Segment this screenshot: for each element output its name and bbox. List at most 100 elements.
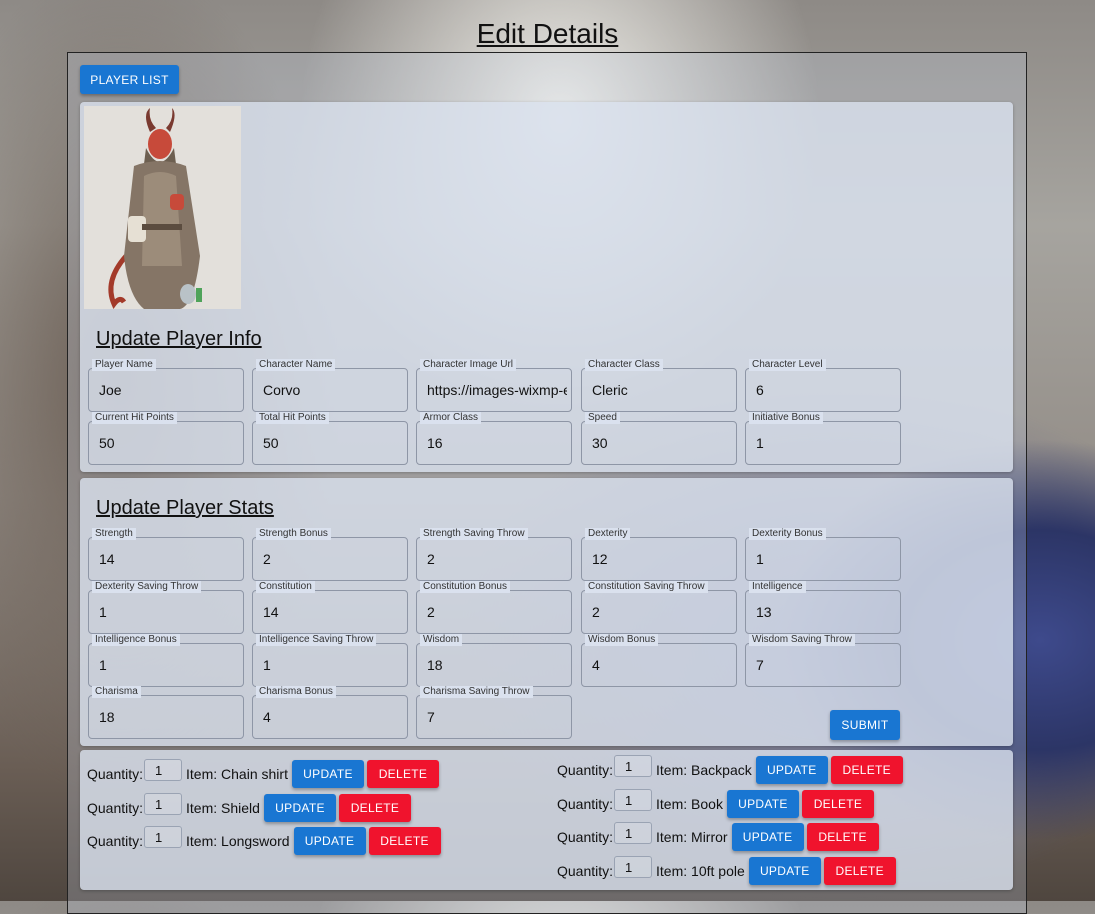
- item-name: Item: Book: [656, 796, 723, 812]
- inventory-item-row: Quantity: Item: Book UPDATE DELETE: [557, 789, 877, 818]
- strength-saving-throw-input[interactable]: [427, 551, 567, 567]
- charisma-bonus-input[interactable]: [263, 709, 403, 725]
- quantity-input[interactable]: [144, 759, 183, 781]
- character-class-input[interactable]: [592, 382, 732, 398]
- initiative-bonus-input[interactable]: [756, 435, 896, 451]
- player-list-button[interactable]: PLAYER LIST: [80, 65, 179, 94]
- field-strength[interactable]: Strength: [88, 528, 244, 581]
- field-character-class[interactable]: Character Class: [581, 359, 737, 412]
- field-wisdom[interactable]: Wisdom: [416, 634, 572, 687]
- constitution-input[interactable]: [263, 604, 403, 620]
- player-stats-card: Update Player Stats Strength Strength Bo…: [80, 478, 1013, 746]
- current-hit-points-input[interactable]: [99, 435, 239, 451]
- field-label: Wisdom Bonus: [585, 634, 659, 646]
- field-character-image-url[interactable]: Character Image Url: [416, 359, 572, 412]
- field-charisma[interactable]: Charisma: [88, 686, 244, 739]
- field-label: Intelligence: [749, 581, 806, 593]
- field-label: Strength Bonus: [256, 528, 331, 540]
- field-label: Strength Saving Throw: [420, 528, 528, 540]
- constitution-bonus-input[interactable]: [427, 604, 567, 620]
- update-item-button[interactable]: UPDATE: [755, 756, 828, 784]
- inventory-card: Quantity: Item: Chain shirt UPDATE DELET…: [80, 750, 1013, 890]
- field-wisdom-saving-throw[interactable]: Wisdom Saving Throw: [745, 634, 901, 687]
- update-item-button[interactable]: UPDATE: [731, 823, 804, 851]
- field-current-hit-points[interactable]: Current Hit Points: [88, 412, 244, 465]
- intelligence-saving-throw-input[interactable]: [263, 657, 403, 673]
- dexterity-bonus-input[interactable]: [756, 551, 896, 567]
- field-speed[interactable]: Speed: [581, 412, 737, 465]
- charisma-saving-throw-input[interactable]: [427, 709, 567, 725]
- quantity-label: Quantity:: [87, 766, 144, 782]
- field-label: Initiative Bonus: [749, 412, 823, 424]
- update-item-button[interactable]: UPDATE: [263, 794, 336, 822]
- delete-item-button[interactable]: DELETE: [801, 790, 874, 818]
- field-dexterity[interactable]: Dexterity: [581, 528, 737, 581]
- quantity-input[interactable]: [614, 755, 653, 777]
- field-constitution-bonus[interactable]: Constitution Bonus: [416, 581, 572, 634]
- field-intelligence[interactable]: Intelligence: [745, 581, 901, 634]
- inventory-item-row: Quantity: Item: Mirror UPDATE DELETE: [557, 822, 882, 851]
- field-charisma-bonus[interactable]: Charisma Bonus: [252, 686, 408, 739]
- field-label: Current Hit Points: [92, 412, 177, 424]
- strength-input[interactable]: [99, 551, 239, 567]
- character-portrait-image: [84, 106, 241, 309]
- field-strength-bonus[interactable]: Strength Bonus: [252, 528, 408, 581]
- quantity-label: Quantity:: [87, 833, 144, 849]
- update-item-button[interactable]: UPDATE: [748, 857, 821, 885]
- field-dexterity-saving-throw[interactable]: Dexterity Saving Throw: [88, 581, 244, 634]
- field-label: Player Name: [92, 359, 156, 371]
- delete-item-button[interactable]: DELETE: [830, 756, 903, 784]
- field-player-name[interactable]: Player Name: [88, 359, 244, 412]
- quantity-input[interactable]: [144, 793, 183, 815]
- item-name: Item: Shield: [186, 800, 260, 816]
- wisdom-input[interactable]: [427, 657, 567, 673]
- field-label: Intelligence Saving Throw: [256, 634, 377, 646]
- charisma-input[interactable]: [99, 709, 239, 725]
- update-item-button[interactable]: UPDATE: [291, 760, 364, 788]
- field-strength-saving-throw[interactable]: Strength Saving Throw: [416, 528, 572, 581]
- character-level-input[interactable]: [756, 382, 896, 398]
- constitution-saving-throw-input[interactable]: [592, 604, 732, 620]
- delete-item-button[interactable]: DELETE: [366, 760, 439, 788]
- submit-button[interactable]: SUBMIT: [830, 710, 900, 740]
- speed-input[interactable]: [592, 435, 732, 451]
- intelligence-input[interactable]: [756, 604, 896, 620]
- inventory-item-row: Quantity: Item: Shield UPDATE DELETE: [87, 793, 414, 822]
- field-constitution-saving-throw[interactable]: Constitution Saving Throw: [581, 581, 737, 634]
- update-item-button[interactable]: UPDATE: [726, 790, 799, 818]
- delete-item-button[interactable]: DELETE: [338, 794, 411, 822]
- field-initiative-bonus[interactable]: Initiative Bonus: [745, 412, 901, 465]
- player-name-input[interactable]: [99, 382, 239, 398]
- delete-item-button[interactable]: DELETE: [806, 823, 879, 851]
- field-dexterity-bonus[interactable]: Dexterity Bonus: [745, 528, 901, 581]
- strength-bonus-input[interactable]: [263, 551, 403, 567]
- wisdom-saving-throw-input[interactable]: [756, 657, 896, 673]
- field-intelligence-bonus[interactable]: Intelligence Bonus: [88, 634, 244, 687]
- quantity-input[interactable]: [614, 822, 653, 844]
- field-character-name[interactable]: Character Name: [252, 359, 408, 412]
- intelligence-bonus-input[interactable]: [99, 657, 239, 673]
- field-wisdom-bonus[interactable]: Wisdom Bonus: [581, 634, 737, 687]
- delete-item-button[interactable]: DELETE: [368, 827, 441, 855]
- field-constitution[interactable]: Constitution: [252, 581, 408, 634]
- total-hit-points-input[interactable]: [263, 435, 403, 451]
- delete-item-button[interactable]: DELETE: [823, 857, 896, 885]
- field-intelligence-saving-throw[interactable]: Intelligence Saving Throw: [252, 634, 408, 687]
- dexterity-saving-throw-input[interactable]: [99, 604, 239, 620]
- character-name-input[interactable]: [263, 382, 403, 398]
- quantity-input[interactable]: [144, 826, 183, 848]
- field-label: Intelligence Bonus: [92, 634, 180, 646]
- field-label: Dexterity Bonus: [749, 528, 826, 540]
- dexterity-input[interactable]: [592, 551, 732, 567]
- character-image-url-input[interactable]: [427, 382, 567, 398]
- quantity-input[interactable]: [614, 789, 653, 811]
- quantity-label: Quantity:: [87, 800, 144, 816]
- quantity-input[interactable]: [614, 856, 653, 878]
- field-character-level[interactable]: Character Level: [745, 359, 901, 412]
- field-charisma-saving-throw[interactable]: Charisma Saving Throw: [416, 686, 572, 739]
- update-item-button[interactable]: UPDATE: [293, 827, 366, 855]
- field-armor-class[interactable]: Armor Class: [416, 412, 572, 465]
- wisdom-bonus-input[interactable]: [592, 657, 732, 673]
- field-total-hit-points[interactable]: Total Hit Points: [252, 412, 408, 465]
- armor-class-input[interactable]: [427, 435, 567, 451]
